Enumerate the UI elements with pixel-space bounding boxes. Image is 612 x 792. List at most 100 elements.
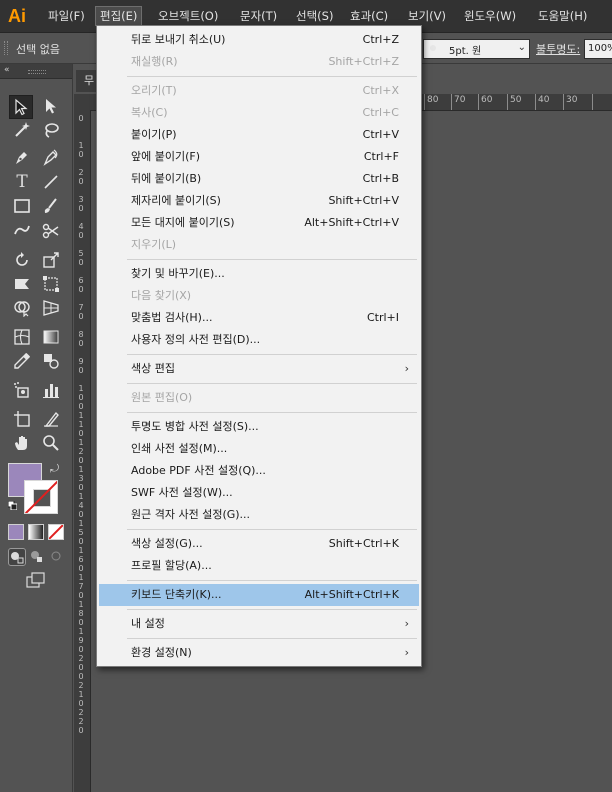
opacity-input[interactable]: 100% [584, 39, 612, 59]
gradient-tool-icon[interactable] [40, 326, 62, 348]
ruler-label: 70 [78, 303, 84, 321]
gradient-mode-button[interactable] [28, 524, 44, 540]
menu-item-shortcut: Ctrl+V [362, 128, 399, 141]
menu-item[interactable]: 환경 설정(N) › [99, 642, 419, 664]
slice-tool-icon[interactable] [40, 408, 62, 430]
direct-selection-tool-icon[interactable] [40, 95, 62, 117]
menu-item-shortcut: Ctrl+X [362, 84, 399, 97]
ruler-label: 80 [427, 95, 439, 105]
mesh-tool-icon[interactable] [11, 326, 33, 348]
menu-item-label: 붙이기(P) [131, 128, 177, 141]
menu-item[interactable]: 사용자 정의 사전 편집(D)... [99, 329, 419, 351]
menu-item[interactable]: 붙이기(P) Ctrl+V [99, 124, 419, 146]
menu-type[interactable]: 문자(T) [236, 7, 281, 25]
menu-item[interactable]: 재실행(R) Shift+Ctrl+Z [99, 51, 419, 73]
default-fill-stroke-icon[interactable] [8, 501, 17, 510]
menu-item[interactable]: 오리기(T) Ctrl+X [99, 80, 419, 102]
draw-inside-icon[interactable] [48, 548, 64, 564]
blend-tool-icon[interactable] [40, 350, 62, 372]
scissors-icon[interactable] [40, 220, 62, 242]
menu-item[interactable]: 앞에 붙이기(F) Ctrl+F [99, 146, 419, 168]
collapse-icon[interactable]: « [4, 65, 10, 75]
menu-item-label: 맞춤법 검사(H)... [131, 311, 213, 324]
menu-item[interactable]: SWF 사전 설정(W)... [99, 482, 419, 504]
line-segment-icon[interactable] [40, 171, 62, 193]
hand-tool-icon[interactable] [11, 432, 33, 454]
eyedropper-icon[interactable] [11, 350, 33, 372]
menu-item[interactable]: 모든 대지에 붙이기(S) Alt+Shift+Ctrl+V [99, 212, 419, 234]
artboard-tool-icon[interactable] [11, 408, 33, 430]
menu-item[interactable]: 프로필 할당(A)... [99, 555, 419, 577]
ruler-label: 180 [78, 600, 84, 627]
ruler-label: 30 [566, 95, 578, 105]
free-transform-icon[interactable] [40, 273, 62, 295]
magic-wand-icon[interactable] [11, 119, 33, 141]
menu-item-shortcut: Alt+Shift+Ctrl+K [304, 588, 399, 601]
menu-item[interactable]: 색상 설정(G)... Shift+Ctrl+K [99, 533, 419, 555]
pen-tool-icon[interactable] [11, 146, 33, 168]
menu-item[interactable]: 내 설정 › [99, 613, 419, 635]
menu-window[interactable]: 윈도우(W) [460, 7, 520, 25]
menu-file[interactable]: 파일(F) [44, 7, 89, 25]
menu-item[interactable]: 원근 격자 사전 설정(G)... [99, 504, 419, 526]
ruler-label: 150 [78, 519, 84, 546]
menu-help[interactable]: 도움말(H) [534, 7, 591, 25]
rectangle-tool-icon[interactable] [11, 195, 33, 217]
color-mode-button[interactable] [8, 524, 24, 540]
menu-view[interactable]: 보기(V) [404, 7, 450, 25]
symbol-sprayer-icon[interactable] [11, 379, 33, 401]
shape-builder-icon[interactable] [11, 297, 33, 319]
opacity-label[interactable]: 불투명도: [536, 41, 580, 57]
menu-object[interactable]: 오브젝트(O) [154, 7, 222, 25]
menu-item[interactable]: 색상 편집 › [99, 358, 419, 380]
draw-normal-icon[interactable] [8, 548, 26, 566]
menu-select[interactable]: 선택(S) [292, 7, 337, 25]
menu-item[interactable]: 맞춤법 검사(H)... Ctrl+I [99, 307, 419, 329]
stroke-profile-select[interactable]: 5pt. 원 ⌄ [423, 39, 530, 59]
width-tool-icon[interactable] [11, 273, 33, 295]
menu-item[interactable]: 제자리에 붙이기(S) Shift+Ctrl+V [99, 190, 419, 212]
swap-fill-stroke-icon[interactable]: ⤾ [50, 462, 59, 476]
menu-item[interactable]: 찾기 및 바꾸기(E)... [99, 263, 419, 285]
lasso-icon[interactable] [40, 119, 62, 141]
tools-panel-header: « [0, 64, 72, 79]
shaper-tool-icon[interactable] [11, 220, 33, 242]
menu-item[interactable]: 복사(C) Ctrl+C [99, 102, 419, 124]
menu-item[interactable]: 투명도 병합 사전 설정(S)... [99, 416, 419, 438]
stroke-color-swatch[interactable] [24, 480, 58, 514]
menu-edit[interactable]: 편집(E) [94, 6, 143, 26]
menu-effect[interactable]: 효과(C) [346, 7, 392, 25]
perspective-grid-icon[interactable] [40, 297, 62, 319]
menu-item-label: 뒤에 붙이기(B) [131, 172, 202, 185]
zoom-tool-icon[interactable] [40, 432, 62, 454]
menu-item-label: Adobe PDF 사전 설정(Q)... [131, 464, 266, 477]
menu-item[interactable]: 원본 편집(O) [99, 387, 419, 409]
menu-item[interactable]: 뒤에 붙이기(B) Ctrl+B [99, 168, 419, 190]
ruler-label: 140 [78, 492, 84, 519]
draw-behind-icon[interactable] [28, 548, 44, 564]
screen-mode-icon[interactable] [26, 572, 46, 588]
menu-item[interactable]: 지우기(L) [99, 234, 419, 256]
menu-item-label: 지우기(L) [131, 238, 177, 251]
panel-grip[interactable] [4, 41, 8, 55]
ruler-label: 60 [481, 95, 493, 105]
column-graph-icon[interactable] [40, 379, 62, 401]
menu-item[interactable]: Adobe PDF 사전 설정(Q)... [99, 460, 419, 482]
menu-item[interactable]: 뒤로 보내기 취소(U) Ctrl+Z [99, 29, 419, 51]
curvature-tool-icon[interactable] [40, 146, 62, 168]
selection-tool-icon[interactable] [9, 95, 33, 119]
menu-item[interactable]: 키보드 단축키(K)... Alt+Shift+Ctrl+K [99, 584, 419, 606]
ruler-label: 80 [78, 330, 84, 348]
type-tool-icon[interactable]: T [11, 171, 33, 193]
chevron-down-icon[interactable]: ⌄ [518, 42, 526, 53]
menu-item[interactable]: 다음 찾기(X) [99, 285, 419, 307]
scale-tool-icon[interactable] [40, 249, 62, 271]
none-mode-button[interactable] [48, 524, 64, 540]
panel-grip[interactable] [28, 70, 46, 74]
paintbrush-icon[interactable] [40, 195, 62, 217]
ruler-label: 70 [454, 95, 466, 105]
rotate-tool-icon[interactable] [11, 249, 33, 271]
menu-item[interactable]: 인쇄 사전 설정(M)... [99, 438, 419, 460]
menu-item-shortcut: Ctrl+Z [362, 33, 399, 46]
edit-menu-dropdown: 뒤로 보내기 취소(U) Ctrl+Z 재실행(R) Shift+Ctrl+Z 오리기(… [96, 25, 422, 667]
